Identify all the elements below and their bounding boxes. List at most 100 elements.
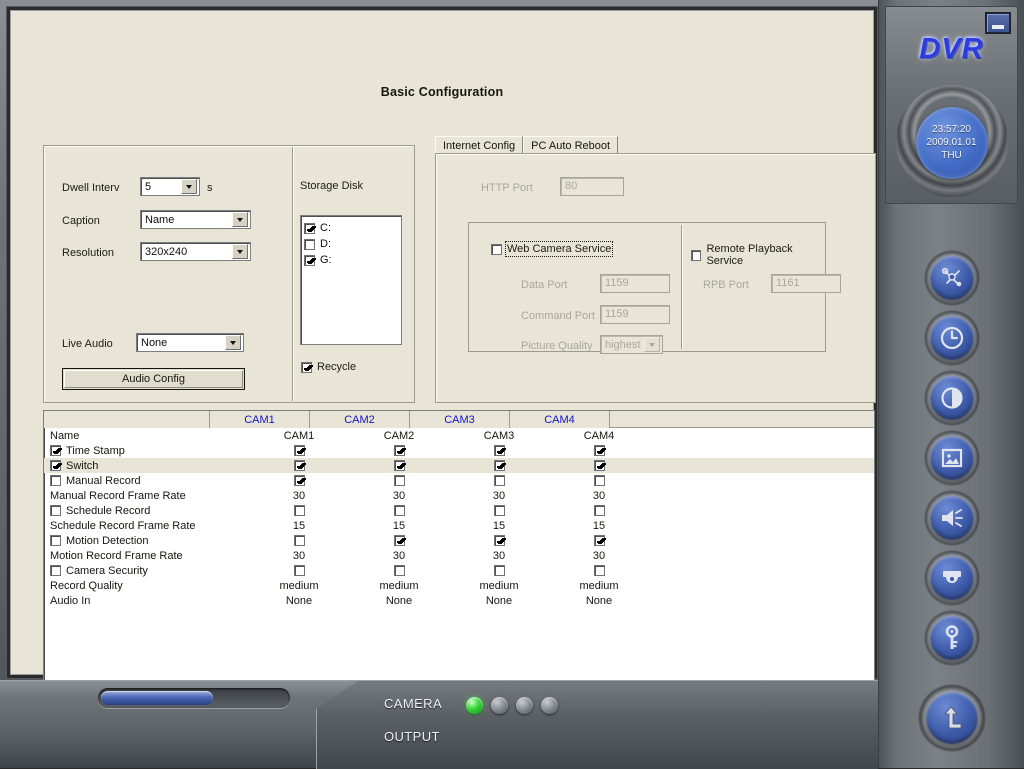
table-cell-cam2[interactable] — [349, 475, 449, 486]
cell-checkbox[interactable] — [593, 475, 605, 486]
table-cell-cam3[interactable] — [449, 460, 549, 471]
cell-checkbox[interactable] — [293, 475, 305, 486]
cell-checkbox[interactable] — [393, 475, 405, 486]
cell-checkbox[interactable] — [593, 445, 605, 456]
table-row[interactable]: Camera Security — [44, 563, 874, 578]
table-cell-cam4[interactable] — [549, 475, 649, 486]
cell-checkbox[interactable] — [293, 535, 305, 546]
row-enable-checkbox[interactable] — [50, 475, 61, 486]
table-cell-cam3[interactable] — [449, 445, 549, 456]
table-cell-cam2[interactable] — [349, 535, 449, 546]
table-cell-cam1[interactable] — [249, 505, 349, 516]
minimize-button[interactable] — [986, 13, 1010, 33]
table-cell-cam4[interactable] — [549, 535, 649, 546]
camera-settings-table[interactable]: CAM1 CAM2 CAM3 CAM4 Name CAM1 CAM2 CAM3 CAM4… — [43, 410, 875, 682]
cell-checkbox[interactable] — [493, 445, 505, 456]
cell-checkbox[interactable] — [593, 535, 605, 546]
sidebar-button-snapshot[interactable] — [923, 430, 980, 486]
cell-checkbox[interactable] — [593, 565, 605, 576]
disk-checkbox[interactable] — [304, 238, 315, 250]
cell-checkbox[interactable] — [493, 565, 505, 576]
chevron-down-icon[interactable] — [644, 337, 660, 352]
table-cell-cam1[interactable] — [249, 535, 349, 546]
picture-quality-select[interactable]: highest — [600, 335, 663, 354]
cell-checkbox[interactable] — [493, 460, 505, 471]
camera-led-3[interactable] — [516, 697, 533, 714]
row-enable-checkbox[interactable] — [50, 535, 61, 546]
table-cell-cam3[interactable] — [449, 475, 549, 486]
table-row[interactable]: Switch — [44, 458, 874, 473]
camera-led-4[interactable] — [541, 697, 558, 714]
tab-pc-auto-reboot[interactable]: PC Auto Reboot — [523, 136, 619, 154]
table-row[interactable]: Motion Record Frame Rate 30 30 30 30 — [44, 548, 874, 563]
sidebar-button-schedule[interactable] — [923, 310, 980, 366]
table-cell-cam4[interactable] — [549, 565, 649, 576]
table-cell-cam2[interactable] — [349, 505, 449, 516]
storage-disk-list[interactable]: C: D: G: — [300, 215, 402, 345]
cell-checkbox[interactable] — [393, 460, 405, 471]
table-row[interactable]: Motion Detection — [44, 533, 874, 548]
cell-checkbox[interactable] — [293, 505, 305, 516]
web-camera-service-row[interactable]: Web Camera Service — [491, 241, 614, 257]
disk-item[interactable]: G: — [304, 252, 401, 268]
table-header-cam2[interactable]: CAM2 — [310, 411, 410, 428]
recycle-checkbox-row[interactable]: Recycle — [301, 361, 356, 373]
row-enable-checkbox[interactable] — [50, 565, 61, 576]
live-audio-select[interactable]: None — [136, 333, 244, 352]
table-header-cam1[interactable]: CAM1 — [210, 411, 310, 428]
remote-playback-service-row[interactable]: Remote Playback Service — [691, 243, 825, 267]
table-cell-cam1[interactable] — [249, 445, 349, 456]
table-cell-cam3[interactable] — [449, 565, 549, 576]
disk-checkbox[interactable] — [304, 254, 315, 266]
resolution-select[interactable]: 320x240 — [140, 242, 251, 261]
table-row[interactable]: Time Stamp — [44, 443, 874, 458]
table-row[interactable]: Manual Record Frame Rate 30 30 30 30 — [44, 488, 874, 503]
table-cell-cam1[interactable] — [249, 460, 349, 471]
table-cell-cam1[interactable] — [249, 475, 349, 486]
exit-button[interactable] — [917, 684, 986, 752]
cell-checkbox[interactable] — [393, 565, 405, 576]
disk-item[interactable]: C: — [304, 220, 401, 236]
camera-led-2[interactable] — [491, 697, 508, 714]
table-cell-cam4[interactable] — [549, 505, 649, 516]
table-cell-cam1[interactable] — [249, 565, 349, 576]
table-row[interactable]: Schedule Record — [44, 503, 874, 518]
table-cell-cam2[interactable] — [349, 565, 449, 576]
command-port-input[interactable]: 1159 — [600, 305, 670, 324]
rpb-port-input[interactable]: 1161 — [771, 274, 841, 293]
table-header-cam4[interactable]: CAM4 — [510, 411, 610, 428]
web-camera-service-checkbox[interactable] — [491, 243, 502, 255]
table-cell-cam4[interactable] — [549, 460, 649, 471]
table-row[interactable]: Name CAM1 CAM2 CAM3 CAM4 — [44, 428, 874, 443]
sidebar-button-configuration[interactable] — [923, 250, 980, 306]
sidebar-button-security[interactable] — [923, 610, 980, 666]
table-cell-cam4[interactable] — [549, 445, 649, 456]
cell-checkbox[interactable] — [493, 475, 505, 486]
cell-checkbox[interactable] — [293, 565, 305, 576]
sidebar-button-ptz[interactable] — [923, 550, 980, 606]
sidebar-button-display-adjust[interactable] — [923, 370, 980, 426]
cell-checkbox[interactable] — [393, 505, 405, 516]
table-cell-cam2[interactable] — [349, 460, 449, 471]
tab-internet-config[interactable]: Internet Config — [435, 136, 524, 154]
audio-config-button[interactable]: Audio Config — [62, 368, 245, 390]
table-header-cam3[interactable]: CAM3 — [410, 411, 510, 428]
row-enable-checkbox[interactable] — [50, 505, 61, 516]
recycle-checkbox[interactable] — [301, 361, 312, 373]
table-cell-cam2[interactable] — [349, 445, 449, 456]
progress-slider[interactable] — [98, 688, 290, 708]
cell-checkbox[interactable] — [593, 460, 605, 471]
chevron-down-icon[interactable] — [181, 179, 197, 194]
sidebar-button-audio[interactable] — [923, 490, 980, 546]
caption-select[interactable]: Name — [140, 210, 251, 229]
cell-checkbox[interactable] — [293, 460, 305, 471]
table-row[interactable]: Record Quality medium medium medium medium — [44, 578, 874, 593]
table-cell-cam3[interactable] — [449, 505, 549, 516]
disk-checkbox[interactable] — [304, 222, 315, 234]
table-row[interactable]: Schedule Record Frame Rate 15 15 15 15 — [44, 518, 874, 533]
cell-checkbox[interactable] — [293, 445, 305, 456]
chevron-down-icon[interactable] — [232, 212, 248, 227]
cell-checkbox[interactable] — [493, 535, 505, 546]
cell-checkbox[interactable] — [393, 535, 405, 546]
cell-checkbox[interactable] — [493, 505, 505, 516]
